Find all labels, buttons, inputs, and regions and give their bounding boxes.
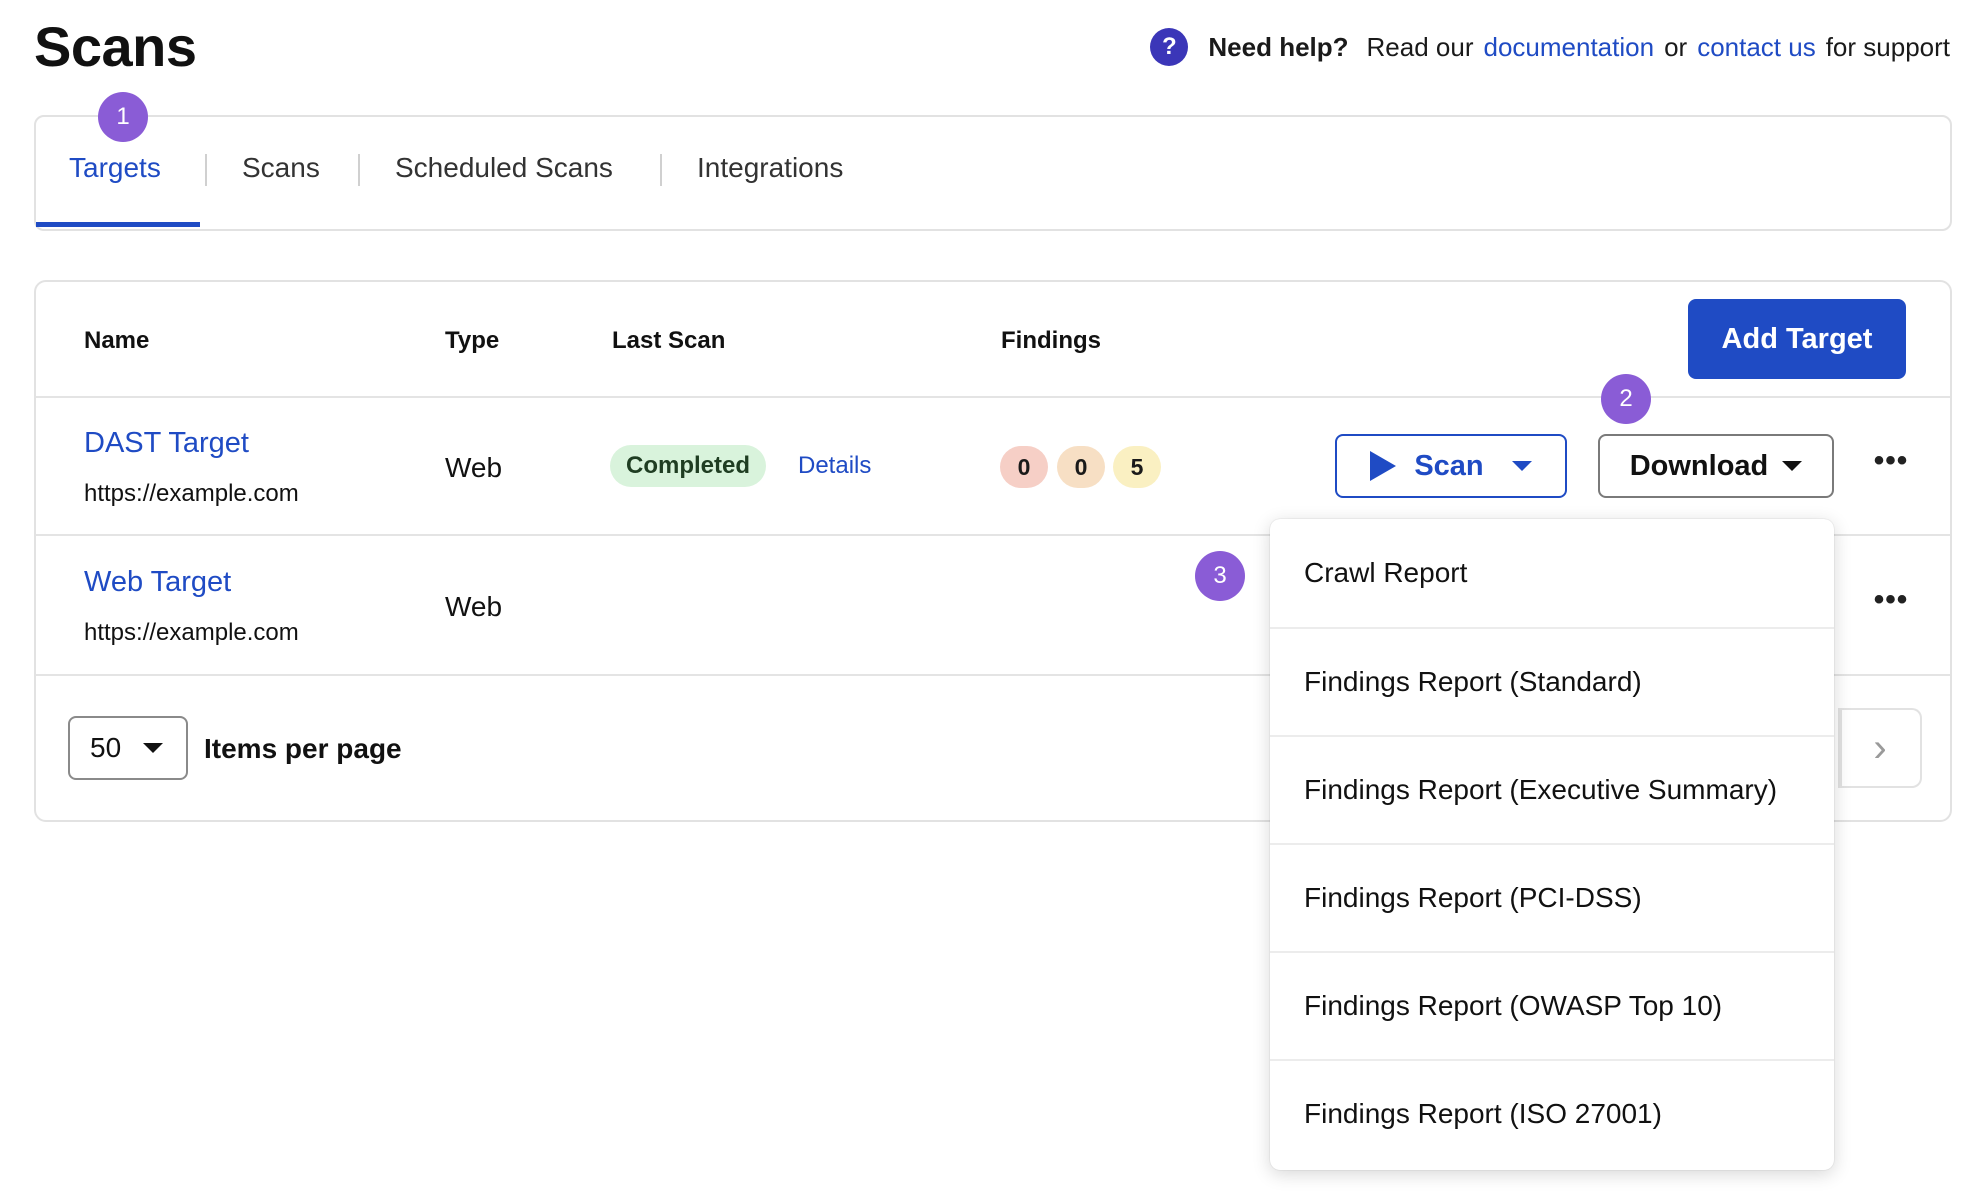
findings-critical-count: 0 [1000, 446, 1048, 488]
items-per-page-select[interactable]: 50 [68, 716, 188, 780]
tab-targets[interactable]: Targets [69, 152, 161, 184]
target-type: Web [445, 452, 503, 483]
column-header-name: Name [84, 327, 150, 354]
step-badge-3: 3 [1195, 551, 1245, 601]
download-menu: Crawl Report Findings Report (Standard) … [1270, 519, 1834, 1170]
items-per-page-label: Items per page [204, 733, 402, 764]
help-icon[interactable]: ? [1150, 28, 1189, 66]
tab-divider [660, 154, 662, 186]
target-type: Web [445, 591, 503, 622]
help-text-or: or [1664, 31, 1688, 62]
documentation-link[interactable]: documentation [1484, 32, 1655, 63]
step-badge-1: 1 [98, 92, 148, 142]
details-link[interactable]: Details [798, 452, 871, 480]
column-header-last-scan: Last Scan [612, 327, 726, 354]
tabs-bar [34, 115, 1952, 231]
row-divider [36, 396, 1950, 398]
chevron-down-icon [1511, 461, 1532, 471]
menu-item-findings-standard[interactable]: Findings Report (Standard) [1270, 627, 1834, 735]
menu-item-findings-iso-27001[interactable]: Findings Report (ISO 27001) [1270, 1059, 1834, 1167]
tab-scheduled-scans[interactable]: Scheduled Scans [395, 152, 613, 184]
target-url: https://example.com [84, 480, 299, 507]
tab-divider [205, 154, 207, 186]
more-options-icon[interactable]: ••• [1871, 585, 1911, 615]
download-button[interactable]: Download [1598, 434, 1834, 498]
target-name-link[interactable]: DAST Target [84, 427, 249, 460]
menu-item-findings-pci-dss[interactable]: Findings Report (PCI-DSS) [1270, 843, 1834, 951]
column-header-type: Type [445, 327, 500, 354]
items-per-page-value: 50 [90, 732, 122, 763]
target-url: https://example.com [84, 619, 299, 646]
scan-button-label: Scan [1414, 449, 1484, 482]
add-target-button[interactable]: Add Target [1688, 299, 1906, 379]
tab-divider [358, 154, 360, 186]
more-options-icon[interactable]: ••• [1871, 446, 1911, 476]
findings-high-count: 0 [1057, 446, 1105, 488]
menu-item-findings-executive-summary[interactable]: Findings Report (Executive Summary) [1270, 735, 1834, 843]
status-badge: Completed [610, 445, 767, 487]
chevron-down-icon [1782, 461, 1803, 471]
step-badge-2: 2 [1601, 374, 1651, 424]
next-page-button[interactable]: › [1840, 708, 1922, 788]
menu-item-findings-owasp[interactable]: Findings Report (OWASP Top 10) [1270, 951, 1834, 1059]
target-name-link[interactable]: Web Target [84, 566, 231, 599]
chevron-right-icon: › [1873, 725, 1887, 770]
page-title: Scans [34, 15, 197, 78]
chevron-down-icon [143, 743, 164, 753]
tab-scans[interactable]: Scans [242, 152, 320, 184]
active-tab-indicator [36, 222, 200, 227]
contact-us-link[interactable]: contact us [1697, 32, 1816, 63]
help-text-support: for support [1825, 31, 1950, 62]
play-icon [1370, 451, 1397, 481]
help-text-read: Read our [1366, 31, 1474, 62]
scan-button[interactable]: Scan [1335, 434, 1567, 498]
menu-item-crawl-report[interactable]: Crawl Report [1270, 519, 1834, 627]
help-banner: ? Need help? Read our documentation or c… [1150, 28, 1950, 66]
column-header-findings: Findings [1001, 327, 1101, 354]
help-heading: Need help? [1208, 31, 1349, 62]
tab-integrations[interactable]: Integrations [697, 152, 843, 184]
download-button-label: Download [1629, 449, 1769, 482]
findings-medium-count: 5 [1113, 446, 1161, 488]
